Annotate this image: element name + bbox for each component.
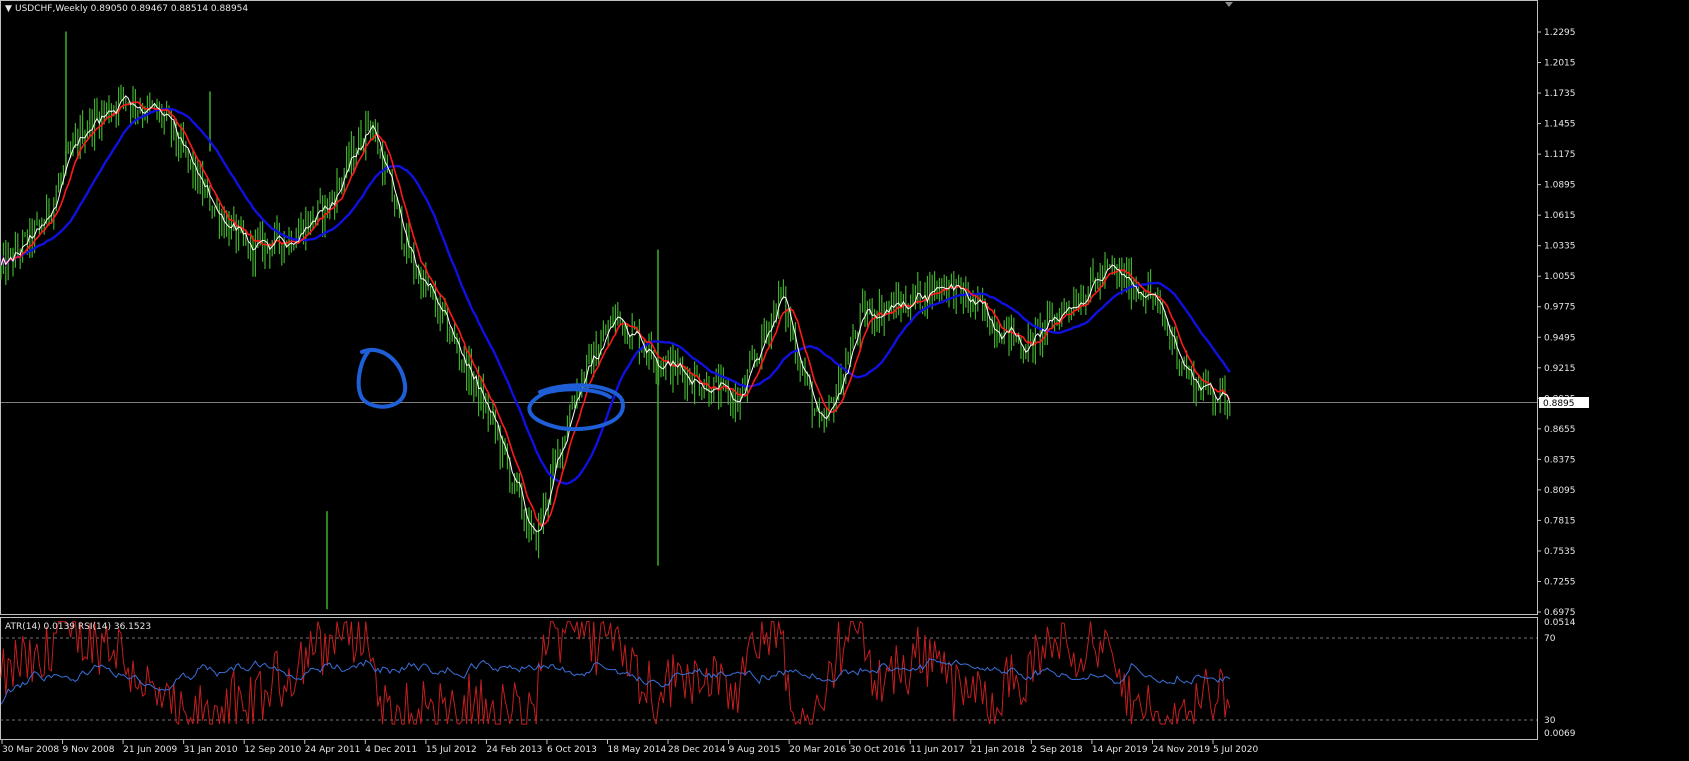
x-tick-label: 4 Dec 2011 [365, 745, 417, 755]
y-tick-label: 1.0335 [1544, 242, 1576, 252]
y-tick-label: 1.0615 [1544, 211, 1576, 221]
x-tick-label: 6 Oct 2013 [547, 745, 597, 755]
x-tick-label: 14 Apr 2019 [1092, 745, 1148, 755]
x-tick-label: 24 Apr 2011 [305, 745, 361, 755]
x-tick-label: 12 Sep 2010 [244, 745, 301, 755]
x-tick-label: 2 Sep 2018 [1031, 745, 1083, 755]
chart-header: USDCHF,Weekly 0.89050 0.89467 0.88514 0.… [15, 4, 248, 14]
x-tick-label: 11 Jun 2017 [910, 745, 964, 755]
y-tick-label: 0.7815 [1544, 516, 1576, 526]
indicator-axis-label: 30 [1544, 716, 1556, 726]
y-tick-label: 1.1175 [1544, 150, 1576, 160]
x-tick-label: 5 Jul 2020 [1213, 745, 1258, 755]
y-tick-label: 1.1735 [1544, 89, 1576, 99]
y-tick-label: 0.8375 [1544, 455, 1576, 465]
y-tick-label: 0.8655 [1544, 425, 1576, 435]
indicator-axis-label: 70 [1544, 634, 1556, 644]
x-tick-label: 24 Nov 2019 [1152, 745, 1210, 755]
x-tick-label: 18 May 2014 [608, 745, 667, 755]
y-tick-label: 0.6975 [1544, 608, 1576, 618]
y-tick-label: 1.0895 [1544, 181, 1576, 191]
x-tick-label: 20 Mar 2016 [789, 745, 846, 755]
y-tick-label: 1.2295 [1544, 28, 1576, 38]
y-tick-label: 0.9775 [1544, 303, 1576, 313]
x-tick-label: 28 Dec 2014 [668, 745, 726, 755]
y-tick-label: 0.9495 [1544, 333, 1576, 343]
indicator-axis-label: 0.0514 [1544, 618, 1576, 628]
y-tick-label: 0.8095 [1544, 486, 1576, 496]
x-tick-label: 24 Feb 2013 [486, 745, 542, 755]
x-tick-label: 21 Jun 2009 [123, 745, 177, 755]
x-tick-label: 15 Jul 2012 [426, 745, 477, 755]
current-price-label: 0.8895 [1543, 399, 1575, 409]
y-tick-label: 1.0055 [1544, 272, 1576, 282]
y-tick-label: 1.2015 [1544, 59, 1576, 69]
y-tick-label: 0.9215 [1544, 364, 1576, 374]
y-tick-label: 0.7255 [1544, 577, 1576, 587]
y-tick-label: 1.1455 [1544, 120, 1576, 130]
x-tick-label: 30 Mar 2008 [2, 745, 59, 755]
indicator-header: ATR(14) 0.0139 RSI(14) 36.1523 [5, 622, 151, 632]
x-tick-label: 21 Jan 2018 [971, 745, 1025, 755]
chart-header-arrow[interactable]: ▼ [5, 4, 12, 14]
price-chart[interactable]: 1.2295 1.2015 1.1735 1.1455 1.1175 1.0895 1.06… [0, 0, 1689, 761]
x-tick-label: 9 Nov 2008 [63, 745, 115, 755]
x-tick-label: 31 Jan 2010 [184, 745, 238, 755]
indicator-axis-label: 0.0069 [1544, 729, 1576, 739]
y-tick-label: 0.7535 [1544, 547, 1576, 557]
x-tick-label: 30 Oct 2016 [850, 745, 906, 755]
x-tick-label: 9 Aug 2015 [729, 745, 781, 755]
